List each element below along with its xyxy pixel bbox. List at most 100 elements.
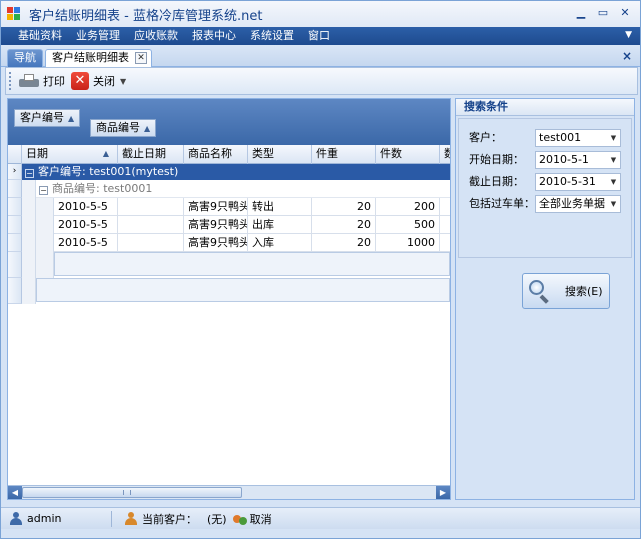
end-date-value: 2010-5-31 [539, 175, 596, 188]
include-transfer-value: 全部业务单据 [539, 197, 605, 210]
row-indicator[interactable] [8, 180, 22, 198]
cell-type: 出库 [248, 216, 312, 234]
customer-select-value: test001 [539, 131, 582, 144]
collapse-icon[interactable]: − [39, 186, 48, 195]
cell-type: 入库 [248, 234, 312, 252]
table-row[interactable]: 2010-5-5 高害9只鸭头 入库 20 1000 [54, 234, 450, 252]
menu-item-business[interactable]: 业务管理 [69, 27, 127, 45]
row-indicator[interactable] [8, 216, 22, 234]
cancel-icon [232, 512, 247, 526]
toolbar-dropdown-icon[interactable]: ▼ [120, 77, 126, 86]
search-button-label: 搜索(E) [565, 285, 603, 298]
row-indicator[interactable] [8, 234, 22, 252]
customer-icon [124, 511, 138, 526]
menu-overflow-icon[interactable]: ▼ [625, 30, 632, 40]
row-indicator[interactable] [8, 252, 22, 278]
user-icon [9, 511, 23, 526]
report-grid: 客户编号 ▲ 商品编号 ▲ 日期 ▲ 截止日期 商品名称 类型 件重 件数 数 › −… [7, 98, 451, 500]
scrollbar-thumb[interactable] [22, 487, 242, 498]
menu-bar: 基础资料 业务管理 应收账款 报表中心 系统设置 窗口 ▼ [1, 27, 640, 45]
column-header-type[interactable]: 类型 [248, 145, 312, 164]
chevron-down-icon[interactable]: ▼ [607, 174, 620, 190]
column-header-label: 日期 [26, 147, 48, 160]
customer-label: 客户： [469, 131, 502, 144]
status-user: admin [27, 512, 62, 525]
subgroup-indent [36, 198, 54, 278]
menu-item-window[interactable]: 窗口 [301, 27, 337, 45]
menu-item-basic-data[interactable]: 基础资料 [11, 27, 69, 45]
group-chip-label: 客户编号 [20, 111, 64, 124]
minimize-icon[interactable]: ▁ [572, 5, 590, 21]
include-transfer-label: 包括过车单： [469, 197, 535, 210]
group-indent [22, 180, 36, 304]
chevron-down-icon[interactable]: ▼ [607, 152, 620, 168]
scroll-right-icon[interactable]: ▶ [436, 486, 450, 499]
end-date-picker[interactable]: 2010-5-31 ▼ [535, 173, 621, 191]
cell-date: 2010-5-5 [54, 198, 118, 216]
tab-customer-statement[interactable]: 客户结账明细表 ✕ [45, 49, 152, 67]
menu-item-reports[interactable]: 报表中心 [185, 27, 243, 45]
column-header-end-date[interactable]: 截止日期 [118, 145, 184, 164]
group-chip-customer-id[interactable]: 客户编号 ▲ [14, 109, 81, 127]
status-current-customer-label: 当前客户： [142, 512, 197, 526]
group-chip-label: 商品编号 [96, 121, 140, 134]
cell-weight: 20 [312, 198, 376, 216]
table-row[interactable]: 2010-5-5 高害9只鸭头 转出 20 200 [54, 198, 450, 216]
window-close-icon[interactable]: ✕ [616, 5, 634, 21]
horizontal-scrollbar[interactable]: ◀ ▶ [8, 485, 450, 499]
cell-weight: 20 [312, 216, 376, 234]
toolbar: 打印 ✕ 关闭 ▼ [5, 67, 638, 95]
column-header-date[interactable]: 日期 ▲ [22, 145, 118, 164]
tab-navigation[interactable]: 导航 [7, 49, 43, 67]
close-button[interactable]: ✕ 关闭 [71, 70, 115, 92]
column-header-count[interactable]: 件数 [376, 145, 440, 164]
title-bar: 客户结账明细表 - 蓝格冷库管理系统.net ▁ ▭ ✕ [1, 1, 640, 27]
app-logo-icon [7, 7, 21, 21]
search-panel-title: 搜索条件 [456, 99, 634, 116]
column-header-extra[interactable]: 数 [440, 145, 450, 164]
header-indicator-cell [8, 145, 22, 164]
cell-product-name: 高害9只鸭头 [184, 198, 248, 216]
group-row-customer[interactable]: − 客户编号: test001(mytest) [22, 164, 450, 180]
row-indicator[interactable] [8, 278, 22, 304]
close-all-tabs-icon[interactable]: × [622, 49, 632, 63]
end-date-label: 截止日期： [469, 175, 524, 188]
close-button-label: 关闭 [93, 75, 115, 88]
tab-close-icon[interactable]: ✕ [135, 52, 147, 64]
chevron-down-icon[interactable]: ▼ [607, 130, 620, 146]
search-button[interactable]: 搜索(E) [522, 273, 610, 309]
menu-item-settings[interactable]: 系统设置 [243, 27, 301, 45]
chevron-down-icon[interactable]: ▼ [607, 196, 620, 212]
group-chip-product-id[interactable]: 商品编号 ▲ [90, 119, 157, 137]
column-header-product-name[interactable]: 商品名称 [184, 145, 248, 164]
cell-type: 转出 [248, 198, 312, 216]
group-row-label: 商品编号: test0001 [52, 182, 153, 195]
collapse-icon[interactable]: − [25, 169, 34, 178]
row-indicator[interactable] [8, 198, 22, 216]
sort-asc-icon: ▲ [68, 114, 75, 123]
app-window: 客户结账明细表 - 蓝格冷库管理系统.net ▁ ▭ ✕ 基础资料 业务管理 应… [0, 0, 641, 539]
maximize-icon[interactable]: ▭ [594, 5, 612, 21]
customer-select[interactable]: test001 ▼ [535, 129, 621, 147]
current-row-indicator-icon[interactable]: › [8, 164, 22, 180]
toolbar-grip[interactable] [9, 72, 13, 90]
status-separator [111, 510, 112, 527]
group-row-product[interactable]: − 商品编号: test0001 [36, 180, 450, 198]
cell-date: 2010-5-5 [54, 216, 118, 234]
status-cancel-button[interactable]: 取消 [250, 511, 272, 527]
status-bar: admin 当前客户： (无) 取消 [1, 507, 640, 529]
scroll-left-icon[interactable]: ◀ [8, 486, 22, 499]
group-footer-row [36, 278, 450, 302]
menu-item-receivables[interactable]: 应收账款 [127, 27, 185, 45]
column-header-weight[interactable]: 件重 [312, 145, 376, 164]
cell-count: 200 [376, 198, 440, 216]
group-by-panel: 客户编号 ▲ 商品编号 ▲ [8, 99, 450, 145]
start-date-picker[interactable]: 2010-5-1 ▼ [535, 151, 621, 169]
print-button[interactable]: 打印 [19, 70, 65, 92]
table-row[interactable]: 2010-5-5 高害9只鸭头 出库 20 500 [54, 216, 450, 234]
cell-date: 2010-5-5 [54, 234, 118, 252]
include-transfer-select[interactable]: 全部业务单据 ▼ [535, 195, 621, 213]
document-tab-strip: 导航 客户结账明细表 ✕ × [1, 45, 640, 67]
sort-asc-icon: ▲ [144, 124, 151, 133]
cell-end-date [118, 234, 184, 252]
